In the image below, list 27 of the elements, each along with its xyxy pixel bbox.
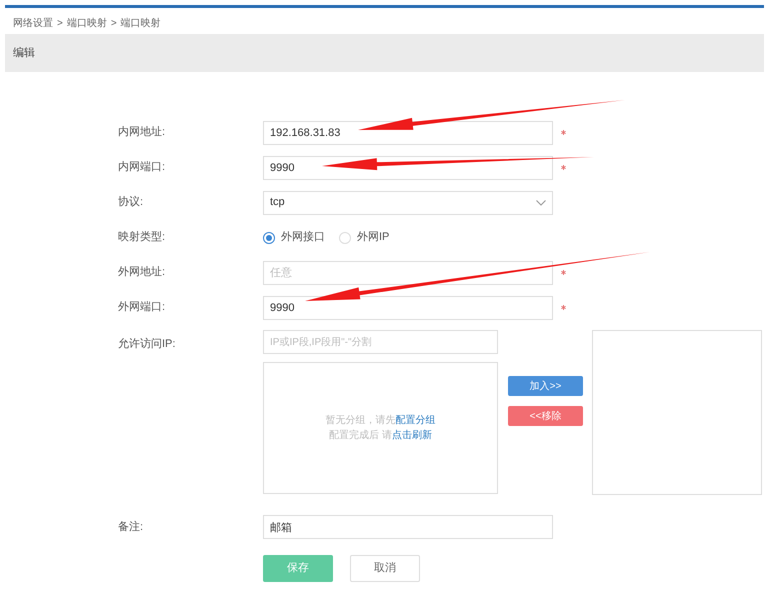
breadcrumb-item[interactable]: 端口映射 (120, 16, 161, 34)
field-label: 备注: (118, 520, 144, 535)
empty-message: 暂无分组，请先配置分组 (326, 414, 436, 428)
field-label: 外网端口: (118, 300, 166, 316)
field-label: 允许访问IP: (118, 336, 176, 352)
field-label: 外网地址: (118, 265, 166, 280)
radio-option[interactable]: 外网IP (339, 229, 390, 246)
input-field[interactable]: 9990 (263, 156, 553, 180)
chevron-down-icon (536, 200, 546, 206)
breadcrumb-item[interactable]: 网络设置 (13, 16, 53, 34)
breadcrumb-separator: > (110, 17, 117, 31)
field-label: 内网地址: (118, 125, 166, 140)
breadcrumb-separator: > (57, 17, 63, 31)
input-field[interactable]: 192.168.31.83 (263, 120, 553, 144)
cancel-button[interactable]: 取消 (350, 555, 420, 582)
input-field[interactable]: 任意 (263, 260, 553, 284)
field-label: 映射类型: (118, 230, 166, 246)
protocol-dropdown[interactable]: tcp (263, 190, 553, 214)
field-label: 内网端口: (118, 160, 166, 176)
input-field[interactable]: 9990 (263, 296, 553, 320)
note-field[interactable]: 邮箱 (263, 515, 553, 539)
radio-option[interactable]: 外网接口 (263, 229, 325, 246)
field-label: 协议: (118, 195, 144, 210)
refresh-message: 配置完成后 请点击刷新 (329, 428, 432, 443)
panel-title: 编辑 (13, 46, 35, 61)
breadcrumb-item[interactable]: 端口映射 (66, 16, 107, 34)
ip-input-field[interactable]: IP或IP段,IP段用"-"分割 (263, 330, 498, 354)
